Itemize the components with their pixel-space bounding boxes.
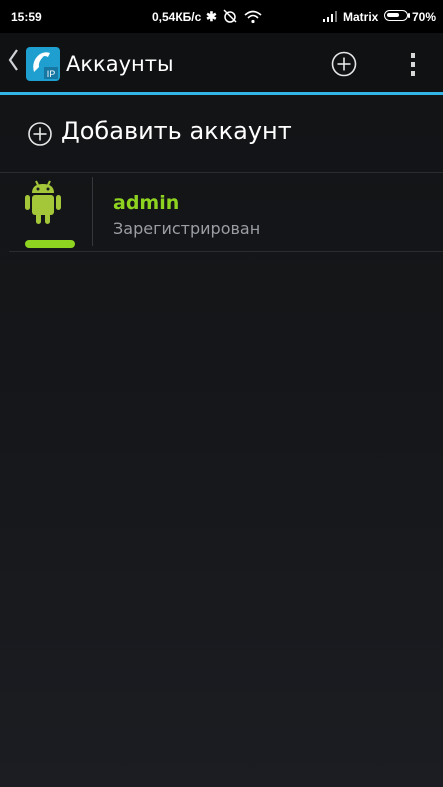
status-battery-percent: 70%: [412, 10, 437, 24]
action-bar: IP Аккаунты: [0, 33, 443, 95]
bluetooth-icon: ✱: [206, 9, 217, 24]
add-account-button[interactable]: Добавить аккаунт: [0, 95, 443, 173]
account-list-item[interactable]: admin Зарегистрирован: [9, 173, 443, 252]
chevron-left-icon[interactable]: [6, 46, 20, 74]
app-logo-icon[interactable]: IP: [26, 47, 60, 81]
divider: [92, 177, 93, 246]
status-carrier: Matrix: [343, 10, 379, 24]
account-name: admin: [113, 192, 180, 214]
android-icon: [25, 180, 61, 224]
status-network-speed: 0,54КБ/с: [152, 10, 202, 24]
app-icon-text: IP: [47, 69, 56, 79]
status-bar: 15:59 0,54КБ/с ✱ Matrix 70%: [0, 0, 443, 33]
wifi-icon: [244, 10, 262, 27]
account-status: Зарегистрирован: [113, 219, 261, 238]
battery-level-fill: [387, 13, 399, 17]
battery-icon: [384, 10, 408, 21]
registration-status-indicator: [25, 240, 75, 248]
status-time: 15:59: [11, 10, 42, 24]
add-account-label: Добавить аккаунт: [61, 117, 292, 145]
page-title: Аккаунты: [66, 52, 174, 76]
screen: 15:59 0,54КБ/с ✱ Matrix 70% IP Аккаунты …: [0, 0, 443, 787]
plus-circle-icon[interactable]: [330, 50, 358, 78]
alarm-off-icon: [222, 8, 238, 27]
battery-tip: [408, 13, 410, 18]
overflow-menu-icon[interactable]: [408, 50, 418, 80]
signal-icon: [323, 11, 339, 25]
plus-circle-icon: [28, 122, 52, 146]
